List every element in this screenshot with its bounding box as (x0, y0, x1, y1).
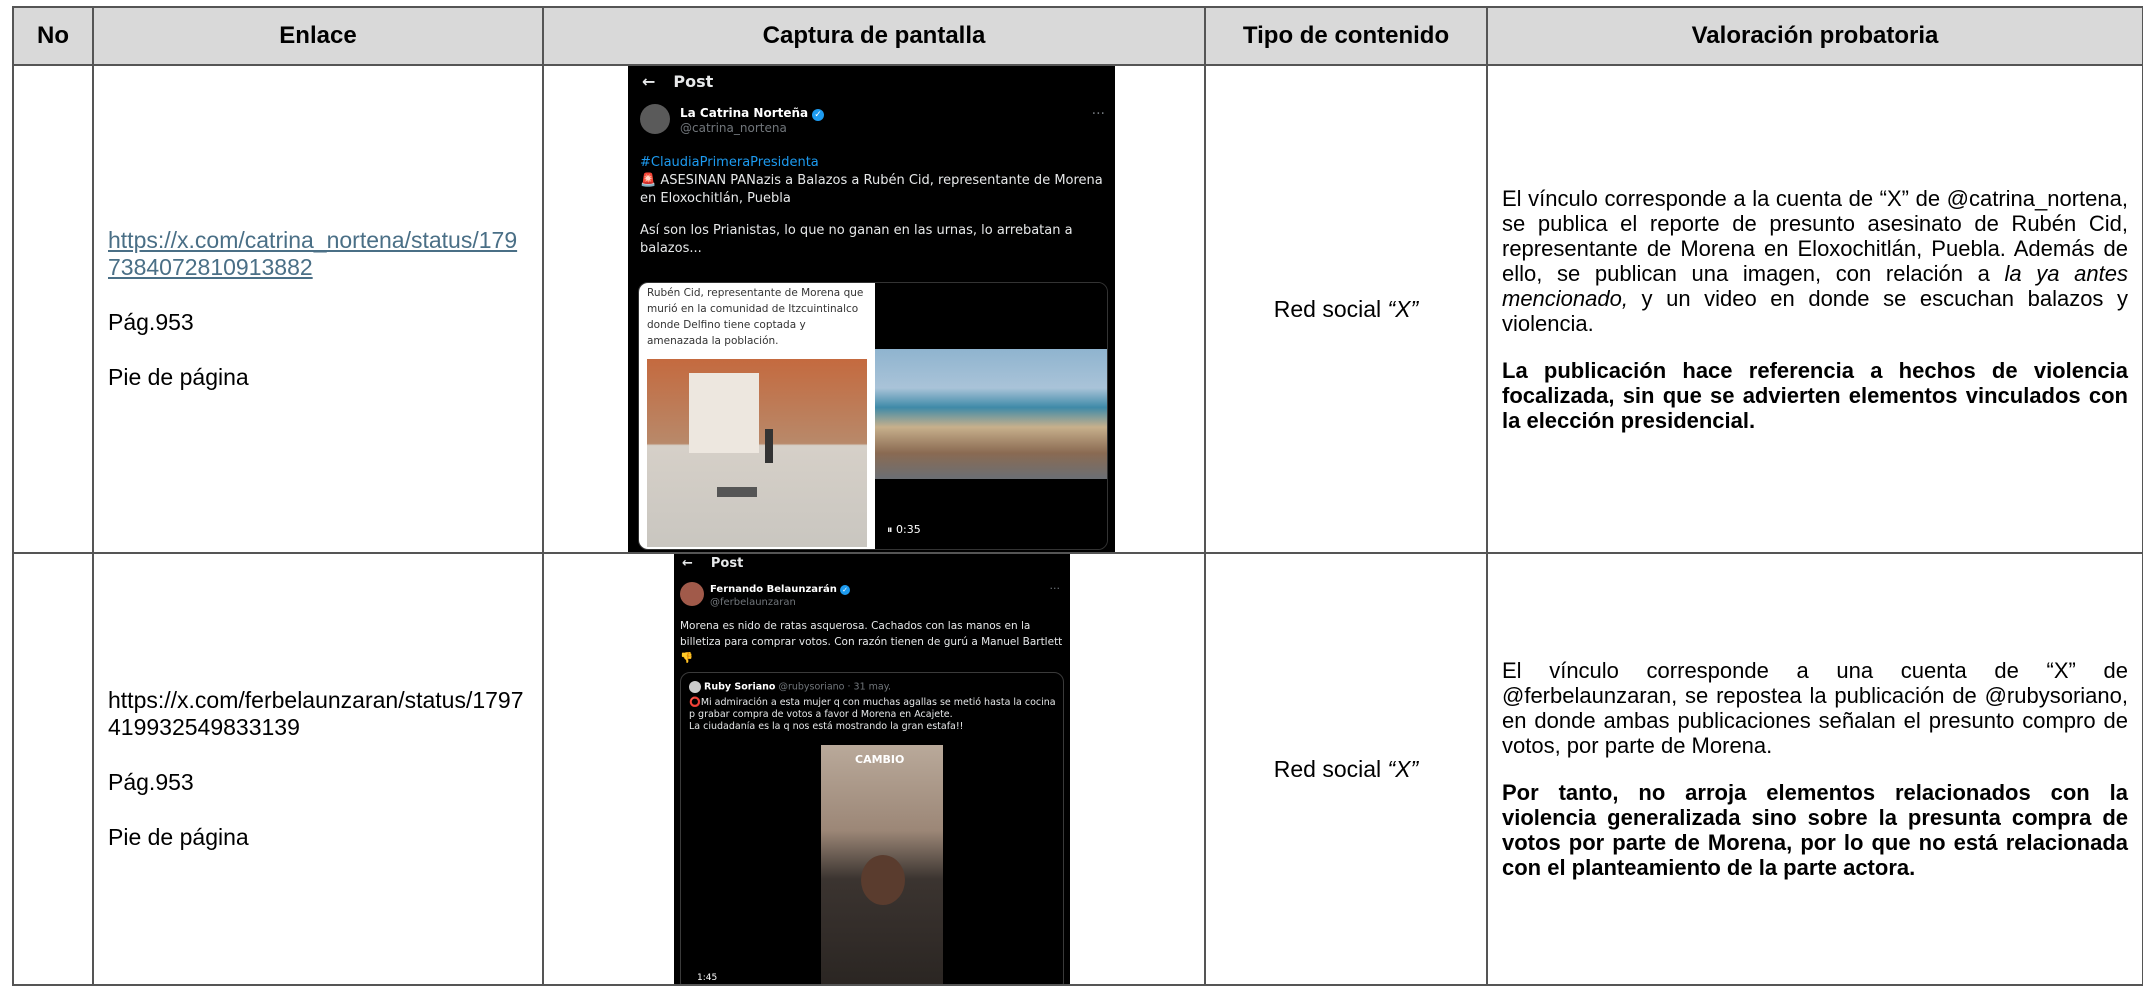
quote-avatar (689, 681, 701, 693)
tweet-screenshot: ← Post Fernando Belaunzarán ✓ @ferbelaun… (674, 555, 1070, 983)
content-type: Red social “X” (1204, 64, 1488, 554)
footnote-label: Pie de página (108, 824, 249, 850)
evidence-link[interactable]: https://x.com/catrina_nortena/status/179… (108, 227, 517, 280)
header-valoracion: Valoración probatoria (1486, 6, 2143, 66)
assessment-paragraph: El vínculo corresponde a la cuenta de “X… (1502, 185, 2129, 336)
table-row: https://x.com/catrina_nortena/status/179… (12, 64, 2143, 554)
tweet-media: Rubén Cid, representante de Morena que m… (638, 282, 1108, 550)
post-title: Post (673, 72, 714, 91)
video-thumbnail: CAMBIO 1:45 (687, 745, 1057, 983)
tweet-text: Morena es nido de ratas asquerosa. Cacha… (680, 620, 1063, 664)
author-handle: @catrina_nortena (680, 121, 787, 135)
verified-badge-icon: ✓ (811, 109, 824, 121)
evidence-link[interactable]: https://x.com/ferbelaunzaran/status/1797… (108, 687, 524, 740)
author-name: Fernando Belaunzarán (710, 584, 837, 595)
avatar (640, 104, 670, 134)
tweet-screenshot: ← Post La Catrina Norteña ✓ @catrina_nor… (628, 67, 1115, 551)
assessment-conclusion: La publicación hace referencia a hechos … (1502, 357, 2128, 433)
evidence-assessment: El vínculo corresponde a la cuenta de “X… (1486, 64, 2143, 554)
quote-text: ⭕Mi admiración a esta mujer q con muchas… (689, 697, 1056, 720)
video-duration: ⏸ 0:35 (887, 523, 921, 536)
screenshot-cell: ← Post Fernando Belaunzarán ✓ @ferbelaun… (542, 552, 1206, 986)
row-number (12, 552, 94, 986)
table-row: https://x.com/ferbelaunzaran/status/1797… (12, 552, 2143, 986)
screenshot-cell: ← Post La Catrina Norteña ✓ @catrina_nor… (542, 64, 1206, 554)
post-title: Post (710, 556, 744, 571)
author-handle: @ferbelaunzaran (710, 597, 796, 608)
tweet-text-line1: 🚨 ASESINAN PANazis a Balazos a Rubén Cid… (640, 173, 1103, 206)
assessment-conclusion: Por tanto, no arroja elementos relaciona… (1502, 780, 2128, 880)
back-arrow-icon: ← (682, 556, 693, 571)
header-captura: Captura de pantalla (542, 6, 1206, 66)
hashtag: #ClaudiaPrimeraPresidenta (640, 155, 819, 170)
footnote-label: Pie de página (108, 364, 249, 390)
author-name: La Catrina Norteña (680, 106, 809, 120)
table-header-row: No Enlace Captura de pantalla Tipo de co… (12, 6, 2143, 66)
page-reference: Pág.953 (108, 309, 194, 335)
link-cell: https://x.com/ferbelaunzaran/status/1797… (92, 552, 544, 986)
header-tipo: Tipo de contenido (1204, 6, 1488, 66)
quote-author-handle: @rubysoriano · 31 may. (778, 681, 892, 693)
back-arrow-icon: ← (642, 72, 656, 91)
more-options-icon: ··· (1091, 106, 1105, 122)
verified-badge-icon: ✓ (840, 585, 851, 595)
video-overlay-label: CAMBIO (855, 753, 905, 766)
quoted-tweet: Ruby Soriano @rubysoriano · 31 may. ⭕Mi … (680, 672, 1064, 983)
quote-text-2: La ciudadanía es la q nos está mostrando… (689, 721, 964, 732)
header-no: No (12, 6, 94, 66)
content-type: Red social “X” (1204, 552, 1488, 986)
assessment-paragraph: El vínculo corresponde a una cuenta de “… (1502, 658, 2128, 758)
evidence-assessment: El vínculo corresponde a una cuenta de “… (1486, 552, 2143, 986)
video-thumbnail: ⏸ 0:35 (875, 283, 1107, 549)
evidence-table: No Enlace Captura de pantalla Tipo de co… (12, 6, 2143, 986)
tweet-text-line2: Así son los Prianistas, lo que no ganan … (640, 223, 1073, 256)
link-cell: https://x.com/catrina_nortena/status/179… (92, 64, 544, 554)
avatar (680, 582, 704, 606)
media-caption: Rubén Cid, representante de Morena que m… (647, 287, 864, 347)
page-reference: Pág.953 (108, 769, 194, 795)
header-enlace: Enlace (92, 6, 544, 66)
row-number (12, 64, 94, 554)
quote-author-name: Ruby Soriano (704, 681, 776, 693)
video-duration: 1:45 (697, 973, 718, 983)
media-photo (647, 359, 867, 547)
more-options-icon: ··· (1049, 582, 1061, 595)
